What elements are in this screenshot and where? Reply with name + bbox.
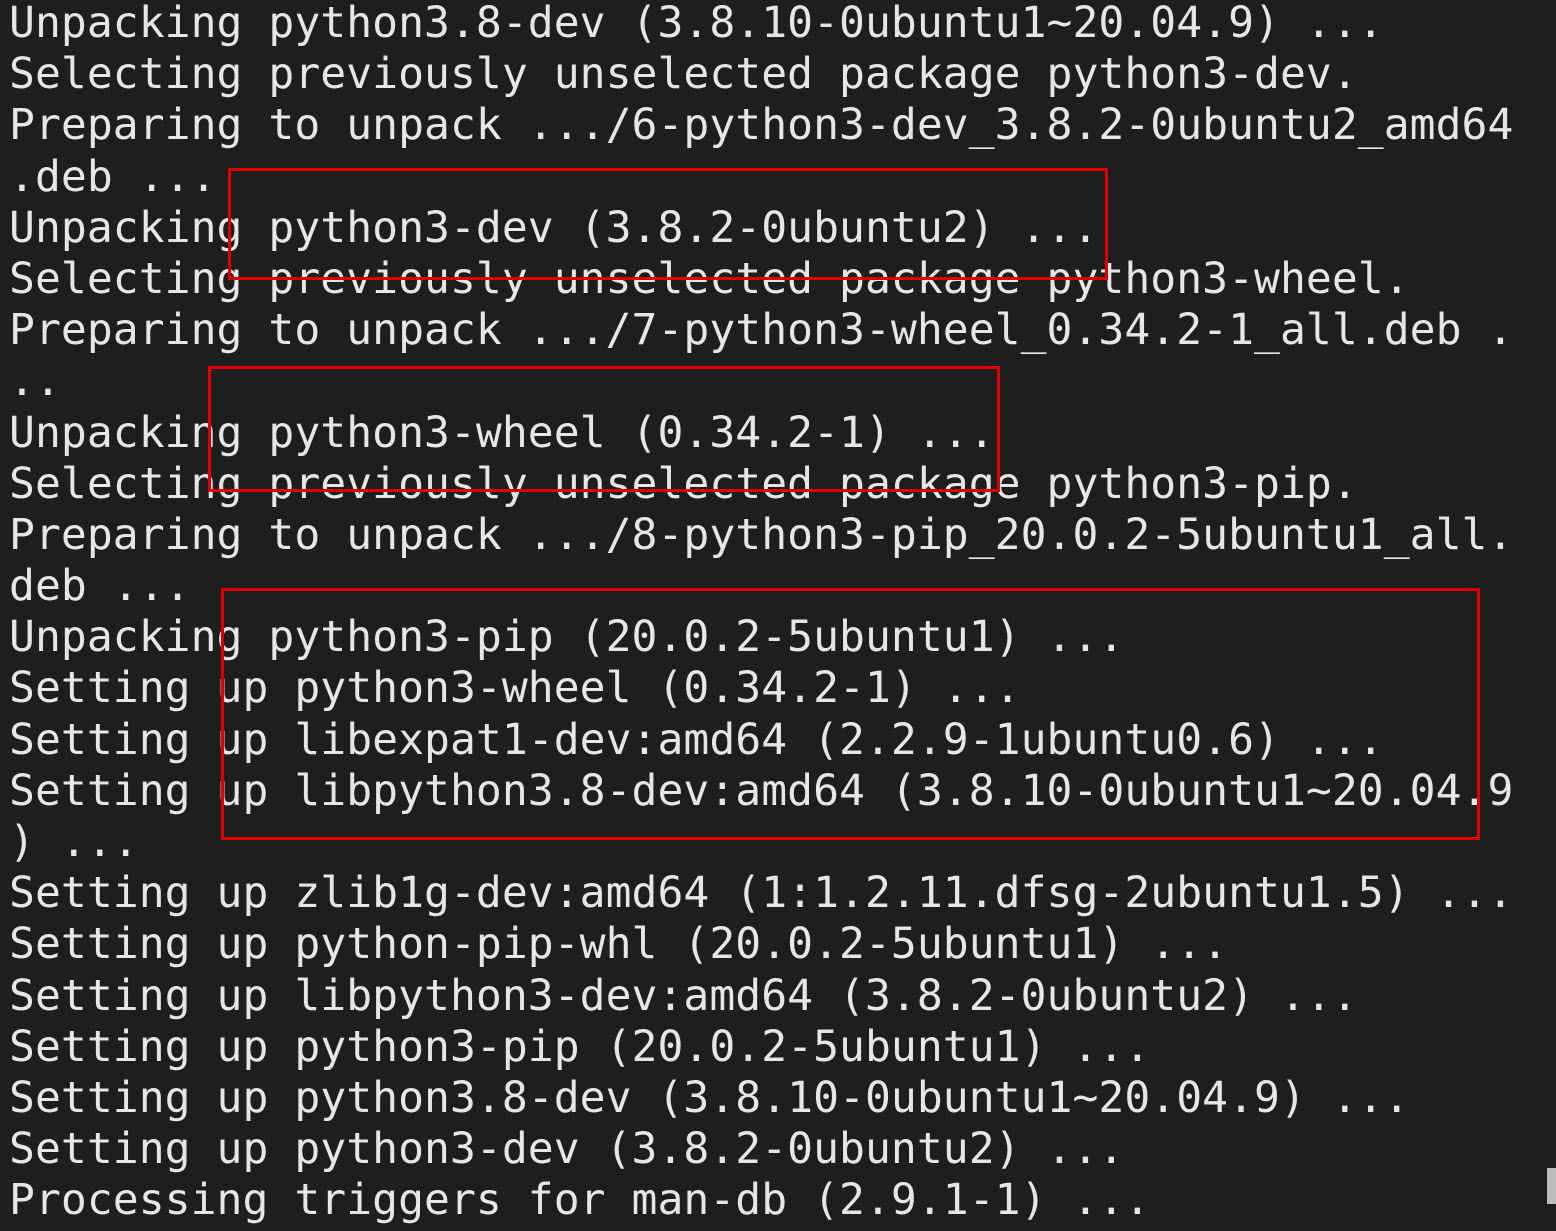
terminal-line: Setting up python-pip-whl (20.0.2-5ubunt… bbox=[9, 919, 1229, 970]
terminal-line: Selecting previously unselected package … bbox=[9, 253, 1410, 304]
terminal-line: Unpacking python3-pip (20.0.2-5ubuntu1) … bbox=[9, 612, 1125, 663]
terminal-line: .. bbox=[9, 356, 61, 407]
terminal-line: Unpacking python3-wheel (0.34.2-1) ... bbox=[9, 407, 995, 458]
terminal-line: ) ... bbox=[9, 817, 139, 867]
terminal-line: Setting up libpython3-dev:amd64 (3.8.2-0… bbox=[9, 970, 1358, 1021]
terminal-line: Setting up libpython3.8-dev:amd64 (3.8.1… bbox=[9, 765, 1514, 816]
terminal-window[interactable]: Unpacking python3.8-dev (3.8.10-0ubuntu1… bbox=[0, 0, 1556, 1231]
terminal-line: Preparing to unpack .../7-python3-wheel_… bbox=[9, 305, 1514, 356]
terminal-line: Setting up python3-wheel (0.34.2-1) ... bbox=[9, 663, 1021, 714]
terminal-line: Unpacking python3.8-dev (3.8.10-0ubuntu1… bbox=[9, 0, 1384, 48]
terminal-line: .deb ... bbox=[9, 151, 217, 202]
scrollbar-thumb[interactable] bbox=[1547, 1168, 1556, 1204]
terminal-line: Setting up python3.8-dev (3.8.10-0ubuntu… bbox=[9, 1072, 1410, 1123]
terminal-output: Unpacking python3.8-dev (3.8.10-0ubuntu1… bbox=[9, 0, 1513, 1227]
terminal-line: Processing triggers for man-db (2.9.1-1)… bbox=[9, 1175, 1151, 1226]
terminal-line: Setting up libexpat1-dev:amd64 (2.2.9-1u… bbox=[9, 714, 1384, 765]
terminal-line: Selecting previously unselected package … bbox=[9, 458, 1358, 509]
terminal-line: Setting up zlib1g-dev:amd64 (1:1.2.11.df… bbox=[9, 868, 1514, 919]
terminal-line: Selecting previously unselected package … bbox=[9, 49, 1358, 100]
terminal-line: deb ... bbox=[9, 561, 191, 612]
terminal-line: Preparing to unpack .../6-python3-dev_3.… bbox=[9, 100, 1514, 151]
terminal-line: Unpacking python3-dev (3.8.2-0ubuntu2) .… bbox=[9, 202, 1099, 253]
terminal-line: Setting up python3-pip (20.0.2-5ubuntu1)… bbox=[9, 1021, 1151, 1072]
terminal-line: Setting up python3-dev (3.8.2-0ubuntu2) … bbox=[9, 1124, 1125, 1175]
terminal-line: Preparing to unpack .../8-python3-pip_20… bbox=[9, 509, 1514, 560]
